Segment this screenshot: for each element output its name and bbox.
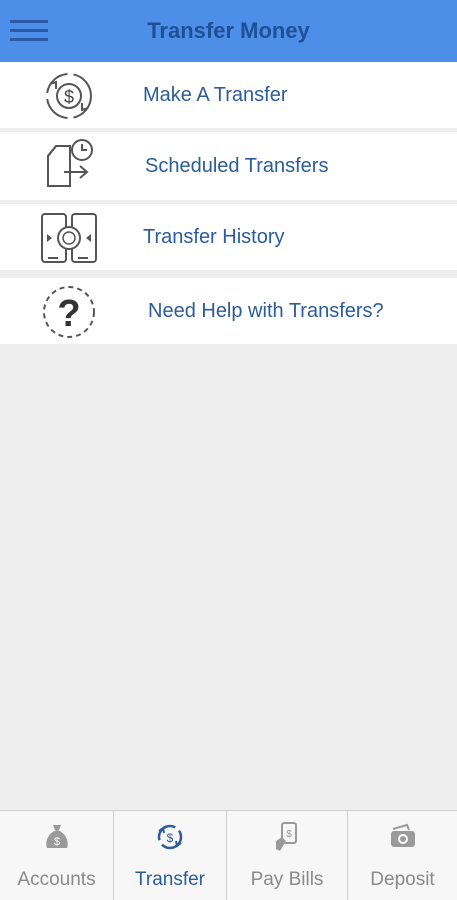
tab-label: Accounts	[17, 869, 96, 890]
bill-payment-icon: $	[276, 822, 297, 851]
tab-label: Transfer	[134, 869, 206, 890]
tab-deposit[interactable]: Deposit	[348, 811, 457, 900]
transfer-cycle-icon: $	[157, 824, 183, 850]
menu-item-make-transfer[interactable]: $ Make A Transfer	[0, 62, 457, 128]
svg-text:$: $	[64, 87, 74, 107]
tab-label: Deposit	[370, 869, 435, 890]
dollar-cycle-icon: $	[46, 73, 92, 119]
tab-accounts[interactable]: $ Accounts	[0, 811, 114, 900]
page-title: Transfer Money	[147, 18, 310, 43]
menu-item-label: Transfer History	[143, 226, 285, 248]
svg-text:$: $	[286, 829, 292, 840]
device-transfer-icon	[41, 213, 97, 263]
tab-label: Pay Bills	[250, 869, 324, 890]
question-icon: ?	[43, 286, 95, 338]
tab-transfer[interactable]: $ Transfer	[114, 811, 227, 900]
bottom-tab-bar: $ Accounts $ Transfer $ Pay Bills Deposi…	[0, 810, 457, 900]
svg-text:$: $	[54, 836, 60, 848]
menu-item-label: Need Help with Transfers?	[148, 300, 384, 322]
camera-icon	[391, 823, 415, 847]
clock-document-icon	[47, 139, 93, 187]
menu-item-label: Make A Transfer	[143, 84, 288, 106]
svg-text:$: $	[167, 831, 174, 845]
menu-item-transfer-history[interactable]: Transfer History	[0, 204, 457, 270]
menu-item-label: Scheduled Transfers	[145, 155, 329, 177]
money-bag-icon: $	[46, 825, 68, 848]
menu-item-transfer-help[interactable]: ? Need Help with Transfers?	[0, 278, 457, 344]
menu-item-scheduled-transfers[interactable]: Scheduled Transfers	[0, 132, 457, 200]
tab-pay-bills[interactable]: $ Pay Bills	[227, 811, 348, 900]
svg-text:?: ?	[57, 293, 80, 335]
app-header: Transfer Money	[0, 0, 457, 62]
